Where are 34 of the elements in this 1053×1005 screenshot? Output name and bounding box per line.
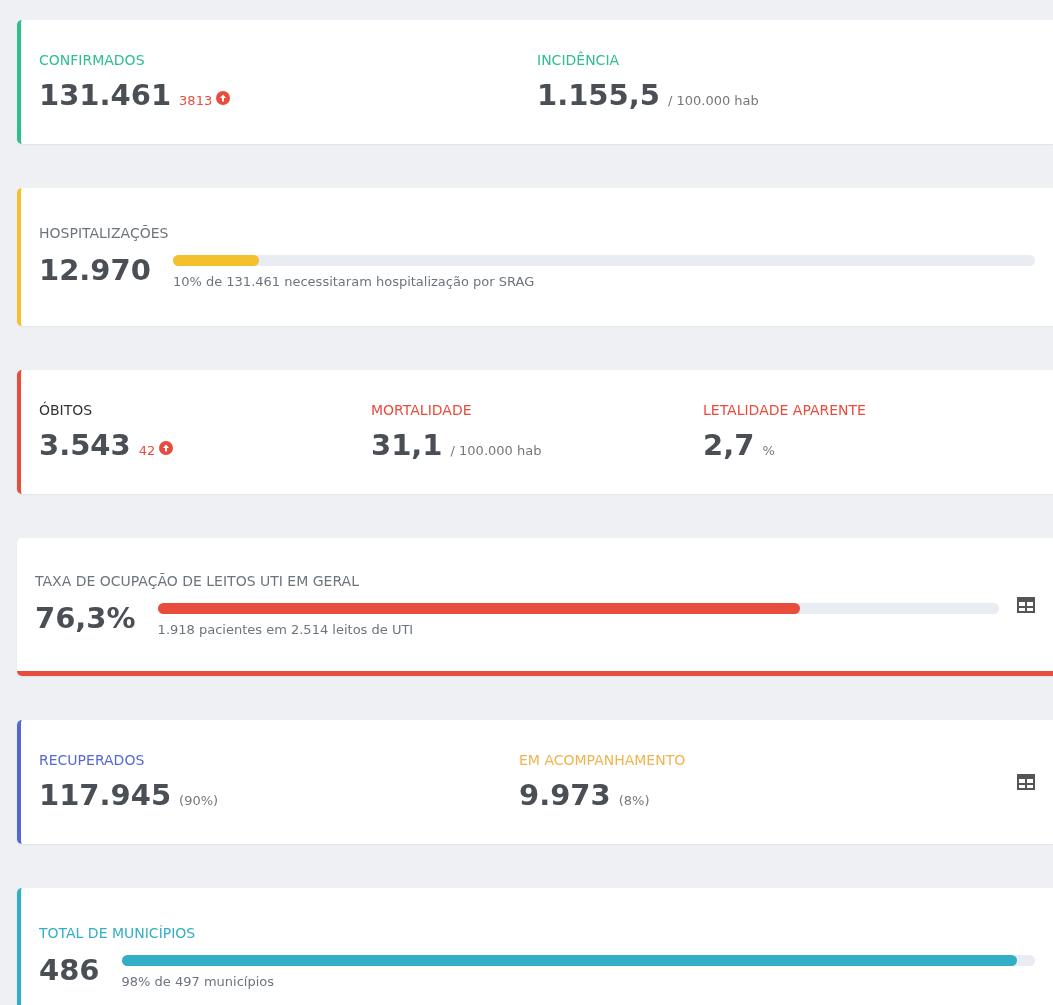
daily-increase: 3813: [179, 93, 213, 108]
stat-unit: / 100.000 hab: [667, 93, 759, 108]
stat-value: 2,7: [703, 428, 755, 462]
stat-label: HOSPITALIZAÇÕES: [39, 225, 170, 241]
stat-value: 1.155,5: [537, 78, 660, 112]
stat-value: 486: [39, 953, 100, 987]
stat-label: INCIDÊNCIA: [537, 52, 621, 68]
progress-caption: 98% de 497 municípios: [121, 974, 275, 989]
stat-unit: (8%): [618, 793, 650, 808]
stat-label: RECUPERADOS: [39, 752, 146, 768]
stat-unit: %: [762, 443, 775, 458]
stat-label: EM ACOMPANHAMENTO: [519, 752, 687, 768]
arrow-up-icon: [216, 91, 231, 105]
stat-value: 31,1: [371, 428, 443, 462]
stat-value: 117.945: [39, 778, 172, 812]
stat-label: TOTAL DE MUNICÍPIOS: [39, 925, 197, 941]
arrow-up-icon: [159, 441, 174, 455]
stat-value: 131.461: [39, 78, 172, 112]
stat-label: CONFIRMADOS: [39, 52, 146, 68]
daily-increase: 42: [138, 443, 156, 458]
progress-caption: 1.918 pacientes em 2.514 leitos de UTI: [157, 621, 415, 637]
progress-caption: 10% de 131.461 necessitaram hospitalização por SRAG: [172, 274, 536, 289]
stat-unit: (90%): [179, 793, 219, 808]
stat-unit: / 100.000 hab: [450, 443, 542, 458]
stat-value: 76,3%: [35, 600, 136, 635]
stat-value: 12.970: [39, 253, 151, 287]
table-icon[interactable]: [1017, 774, 1035, 790]
stat-value: 9.973: [519, 778, 611, 812]
stat-label: TAXA DE OCUPAÇÃO DE LEITOS UTI EM GERAL: [35, 572, 360, 589]
table-icon[interactable]: [1017, 596, 1035, 613]
stat-label: MORTALIDADE: [371, 402, 473, 418]
stat-value: 3.543: [39, 428, 131, 462]
stat-label: LETALIDADE APARENTE: [703, 402, 867, 418]
stat-label: ÓBITOS: [39, 402, 94, 418]
